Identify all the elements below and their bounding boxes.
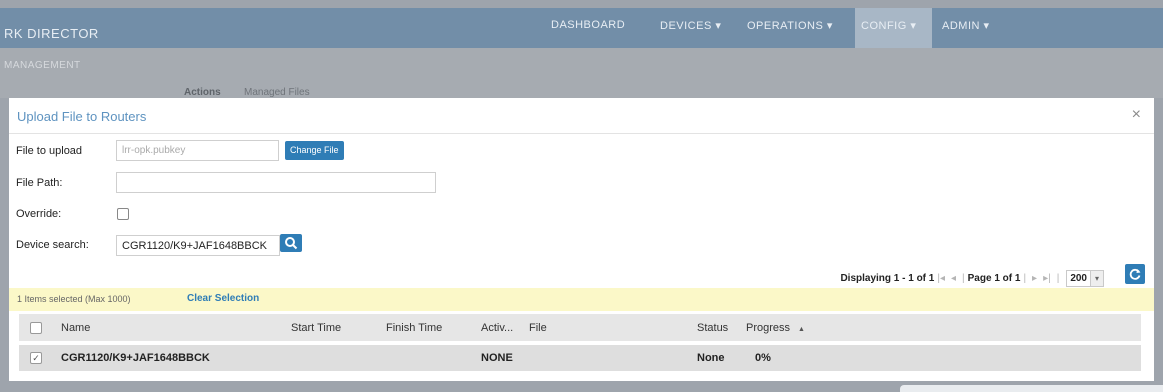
next-page-icon[interactable]: ▸	[1032, 273, 1037, 284]
device-search-input[interactable]	[116, 235, 280, 256]
refresh-icon	[1129, 268, 1141, 280]
dialog-title: Upload File to Routers	[17, 109, 147, 124]
page-label: Page	[967, 273, 992, 284]
row-activity: NONE	[481, 352, 513, 364]
close-icon[interactable]: ×	[1132, 106, 1141, 124]
search-icon	[285, 237, 298, 250]
section-title: MANAGEMENT	[4, 60, 81, 71]
nav-admin[interactable]: ADMIN ▾	[942, 19, 990, 32]
row-status: None	[697, 352, 725, 364]
select-all-checkbox[interactable]	[30, 322, 42, 334]
file-to-upload-label: File to upload	[16, 145, 83, 157]
column-activity[interactable]: Activ...	[481, 322, 513, 334]
override-checkbox[interactable]	[117, 208, 129, 220]
change-file-button[interactable]: Change File	[285, 141, 344, 160]
column-progress-label: Progress	[746, 322, 791, 334]
file-path-input[interactable]	[116, 172, 436, 193]
background-panel-edge	[900, 385, 1163, 392]
refresh-button[interactable]	[1125, 264, 1145, 284]
clear-selection-link[interactable]: Clear Selection	[187, 293, 259, 304]
page-number[interactable]: 1	[994, 273, 1000, 284]
selection-count: 1 Items selected (Max 1000)	[17, 294, 131, 304]
nav-devices[interactable]: DEVICES ▾	[660, 19, 721, 32]
tab-actions[interactable]: Actions	[184, 87, 221, 98]
table-header: Name Start Time Finish Time Activ... Fil…	[19, 314, 1141, 341]
chevron-down-icon[interactable]: ▾	[1091, 270, 1104, 287]
nav-config[interactable]: CONFIG ▾	[861, 19, 916, 32]
selection-bar: 1 Items selected (Max 1000) Clear Select…	[9, 288, 1154, 311]
file-path-label: File Path:	[16, 177, 63, 189]
app-brand: RK DIRECTOR	[4, 26, 99, 41]
column-status[interactable]: Status	[697, 322, 728, 334]
search-button[interactable]	[280, 234, 302, 252]
table-row[interactable]: ✓ CGR1120/K9+JAF1648BBCK NONE None 0%	[19, 345, 1141, 371]
page-size-select[interactable]: 200	[1066, 270, 1091, 287]
dialog-divider	[9, 133, 1154, 134]
nav-operations[interactable]: OPERATIONS ▾	[747, 19, 833, 32]
column-progress[interactable]: Progress ▲	[746, 322, 805, 334]
upload-file-dialog: Upload File to Routers × File to upload …	[9, 98, 1154, 381]
sort-asc-icon: ▲	[798, 326, 805, 333]
row-name: CGR1120/K9+JAF1648BBCK	[61, 352, 210, 364]
device-search-label: Device search:	[16, 239, 89, 251]
page-total: of 1	[1002, 273, 1021, 284]
pagination-bar: Displaying 1 - 1 of 1 |◂ ◂ | Page 1 of 1…	[840, 270, 1104, 287]
file-to-upload-input[interactable]	[116, 140, 279, 161]
override-label: Override:	[16, 208, 62, 220]
displaying-count: Displaying 1 - 1 of 1	[840, 273, 935, 284]
column-finish-time[interactable]: Finish Time	[386, 322, 442, 334]
column-name[interactable]: Name	[61, 322, 90, 334]
row-progress: 0%	[755, 352, 771, 364]
row-checkbox[interactable]: ✓	[30, 352, 42, 364]
first-page-icon[interactable]: |◂	[937, 273, 945, 284]
nav-dashboard[interactable]: DASHBOARD	[551, 19, 625, 31]
last-page-icon[interactable]: ▸|	[1043, 273, 1051, 284]
prev-page-icon[interactable]: ◂	[951, 273, 956, 284]
column-file[interactable]: File	[529, 322, 547, 334]
tab-managed-files[interactable]: Managed Files	[244, 87, 310, 98]
column-start-time[interactable]: Start Time	[291, 322, 341, 334]
background-header	[0, 48, 1163, 98]
